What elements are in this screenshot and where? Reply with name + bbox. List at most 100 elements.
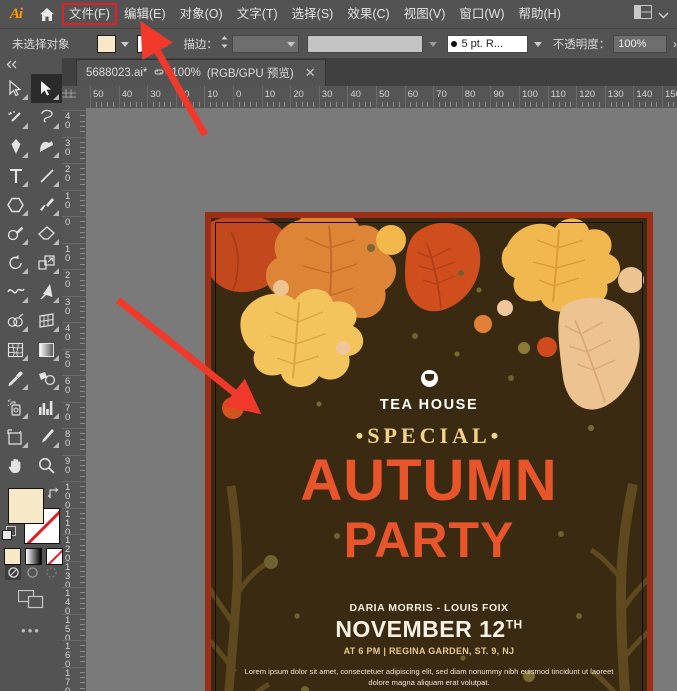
ruler-minor-tick — [80, 407, 85, 408]
direct-selection-tool[interactable] — [0, 74, 31, 103]
chevron-down-icon[interactable] — [287, 42, 295, 47]
ruler-label: 100 — [522, 89, 538, 100]
symbol-sprayer-tool[interactable] — [0, 393, 31, 422]
tool-panel-collapse[interactable] — [0, 58, 62, 72]
control-bar-overflow-arrow[interactable]: › — [673, 37, 677, 51]
ruler-minor-tick — [80, 200, 85, 201]
ruler-minor-tick — [182, 102, 183, 107]
workspace-switcher[interactable] — [634, 5, 669, 24]
ruler-label: 60 — [65, 377, 77, 395]
shaper-tool[interactable] — [0, 219, 31, 248]
brush-chevron-down-icon[interactable] — [534, 42, 542, 47]
ruler-minor-tick — [445, 102, 446, 107]
perspective-grid-tool[interactable] — [31, 306, 62, 335]
eyedropper-tool[interactable] — [0, 364, 31, 393]
type-tool[interactable] — [0, 161, 31, 190]
color-swatch-button[interactable] — [4, 548, 21, 565]
magic-wand-tool[interactable] — [0, 103, 31, 132]
draw-behind-icon[interactable] — [24, 564, 40, 580]
menu-item-select[interactable]: 选择(S) — [285, 3, 341, 25]
brush-definition-combo[interactable]: 5 pt. R... — [447, 35, 527, 53]
zoom-tool[interactable] — [31, 451, 62, 480]
scale-tool[interactable] — [31, 248, 62, 277]
menu-item-file[interactable]: 文件(F) — [62, 3, 117, 25]
fill-chevron-down-icon[interactable] — [121, 42, 129, 47]
close-icon[interactable]: ✕ — [305, 68, 316, 78]
menu-item-effect[interactable]: 效果(C) — [340, 3, 396, 25]
ruler-tick — [147, 86, 148, 108]
ruler-minor-tick — [427, 102, 428, 107]
line-segment-tool[interactable] — [31, 161, 62, 190]
ruler-label: 60 — [408, 89, 419, 100]
ruler-label: 20 — [293, 89, 304, 100]
chevron-down-icon[interactable] — [658, 6, 669, 24]
stroke-profile-combo[interactable] — [307, 35, 424, 53]
shape-builder-tool[interactable] — [0, 306, 31, 335]
ruler-minor-tick — [244, 102, 245, 107]
menu-item-window[interactable]: 窗口(W) — [452, 3, 511, 25]
ruler-minor-tick — [565, 102, 566, 107]
gradient-tool[interactable] — [31, 335, 62, 364]
artwork-container[interactable]: TEA HOUSE •SPECIAL• AUTUMN PARTY DARIA M… — [205, 212, 653, 691]
shape-tool[interactable] — [0, 190, 31, 219]
ruler-origin[interactable] — [62, 86, 87, 109]
canvas-area[interactable]: TEA HOUSE •SPECIAL• AUTUMN PARTY DARIA M… — [86, 108, 677, 691]
free-transform-tool[interactable] — [31, 277, 62, 306]
menu-item-type[interactable]: 文字(T) — [230, 3, 285, 25]
home-icon[interactable] — [32, 0, 62, 28]
workspace-layout-icon — [634, 5, 652, 24]
draw-inside-icon[interactable] — [43, 564, 59, 580]
pen-tool[interactable] — [0, 132, 31, 161]
gradient-swatch-button[interactable] — [25, 548, 42, 565]
mesh-tool[interactable] — [0, 335, 31, 364]
ruler-minor-tick — [80, 486, 85, 487]
ruler-minor-tick — [393, 102, 394, 107]
vertical-ruler[interactable]: 4030201001020304050607080901001101201301… — [62, 108, 87, 691]
stroke-color-swatch[interactable] — [137, 35, 156, 53]
artboard-tool[interactable] — [0, 422, 31, 451]
menu-item-help[interactable]: 帮助(H) — [512, 3, 568, 25]
ruler-minor-tick — [159, 102, 160, 107]
ruler-minor-tick — [80, 179, 85, 180]
screen-mode-icon[interactable] — [0, 580, 62, 609]
paintbrush-tool[interactable] — [31, 190, 62, 219]
rotate-tool[interactable] — [0, 248, 31, 277]
ruler-minor-tick — [416, 102, 417, 107]
ruler-minor-tick — [80, 423, 85, 424]
ruler-minor-tick — [80, 566, 85, 567]
slice-tool[interactable] — [31, 422, 62, 451]
ruler-tick — [319, 86, 320, 108]
ruler-minor-tick — [222, 102, 223, 107]
menu-item-object[interactable]: 对象(O) — [173, 3, 230, 25]
brush-value: 5 pt. R... — [461, 38, 503, 50]
stroke-weight-combo[interactable] — [232, 35, 299, 53]
ruler-minor-tick — [80, 285, 85, 286]
hand-tool[interactable] — [0, 451, 31, 480]
fill-swatch-large[interactable] — [8, 488, 44, 524]
menu-item-view[interactable]: 视图(V) — [397, 3, 453, 25]
stroke-stepper-icon[interactable] — [220, 34, 229, 55]
horizontal-ruler[interactable]: 5040302010010203040506070809010011012013… — [86, 86, 677, 109]
eraser-tool[interactable] — [31, 219, 62, 248]
stroke-profile-chevron-down-icon[interactable] — [429, 42, 437, 47]
width-tool[interactable] — [0, 277, 31, 306]
selection-tool[interactable] — [31, 74, 62, 103]
lasso-tool[interactable] — [31, 103, 62, 132]
column-graph-tool[interactable] — [31, 393, 62, 422]
menu-item-edit[interactable]: 编辑(E) — [117, 3, 173, 25]
ruler-minor-tick — [80, 608, 85, 609]
curvature-tool[interactable] — [31, 132, 62, 161]
none-swatch-button[interactable] — [46, 548, 63, 565]
fill-color-swatch[interactable] — [97, 35, 116, 53]
blend-tool[interactable] — [31, 364, 62, 393]
stroke-chevron-down-icon[interactable] — [162, 42, 170, 47]
ruler-minor-tick — [80, 682, 85, 683]
default-fill-stroke-icon[interactable] — [2, 526, 17, 546]
double-chevron-left-icon[interactable] — [5, 60, 19, 71]
ruler-minor-tick — [199, 102, 200, 107]
opacity-input[interactable]: 100% — [613, 35, 667, 53]
more-tools-button[interactable]: ••• — [0, 609, 62, 638]
draw-normal-icon[interactable] — [5, 564, 21, 580]
document-tab[interactable]: 5688023.ai* 100% (RGB/GPU 预览) ✕ — [76, 59, 326, 86]
swap-fill-stroke-icon[interactable] — [46, 486, 60, 502]
